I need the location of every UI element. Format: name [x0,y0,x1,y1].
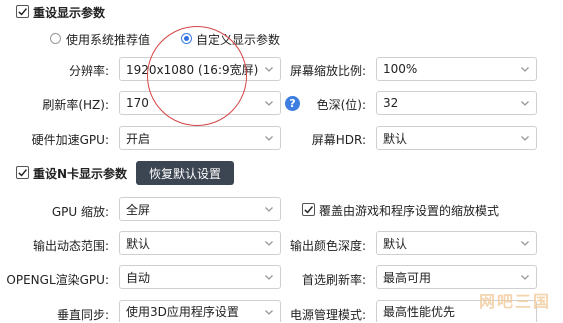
preferred-refresh-select[interactable]: 最高可用 [376,265,537,289]
watermark-text: 网吧三国 [479,292,552,311]
radio-system-label: 使用系统推荐值 [66,33,151,47]
chevron-down-icon [265,136,273,141]
color-depth-value: 32 [383,96,399,110]
chevron-down-icon [265,310,273,315]
resolution-label: 分辨率: [68,64,109,78]
annotation-circle [147,26,247,126]
hw-accel-value: 开启 [126,131,151,146]
power-mode-value: 最高性能优先 [383,305,456,319]
scale-label: 屏幕缩放比例: [289,64,366,78]
color-format-label: 输出颜色深度: [289,239,366,253]
hw-accel-label: 硬件加速GPU: [31,133,109,147]
dynamic-range-value: 默认 [126,236,151,251]
chevron-down-icon [265,101,273,106]
chevron-down-icon [521,136,529,141]
opengl-label: OPENGL渲染GPU: [6,273,109,287]
preferred-refresh-label: 首选刷新率: [301,273,366,287]
chevron-down-icon [521,67,529,72]
chevron-down-icon [265,207,273,212]
opengl-value: 自动 [126,270,151,285]
checkmark-icon [304,206,314,214]
color-depth-label: 色深(位): [316,98,366,112]
checkmark-icon [18,8,28,16]
vsync-label: 垂直同步: [56,308,109,322]
opengl-select[interactable]: 自动 [119,265,281,289]
hdr-label: 屏幕HDR: [311,133,366,147]
hw-accel-select[interactable]: 开启 [119,126,281,150]
help-icon[interactable]: ? [285,96,300,111]
vsync-value: 使用3D应用程序设置 [126,305,239,319]
reset-display-checkbox[interactable] [16,5,29,18]
chevron-down-icon [521,101,529,106]
override-scaling-checkbox[interactable] [302,203,315,216]
scale-value: 100% [383,62,418,76]
reset-nvidia-checkbox[interactable] [16,166,29,179]
reset-display-label: 重设显示参数 [33,6,106,20]
color-format-select[interactable]: 默认 [376,231,537,255]
scale-select[interactable]: 100% [376,57,537,81]
restore-defaults-button[interactable]: 恢复默认设置 [136,161,234,185]
gpu-scale-value: 全屏 [126,202,151,217]
chevron-down-icon [265,241,273,246]
reset-nvidia-label: 重设N卡显示参数 [33,167,128,181]
vsync-select[interactable]: 使用3D应用程序设置 [119,300,281,322]
chevron-down-icon [265,275,273,280]
checkmark-icon [18,169,28,177]
chevron-down-icon [265,67,273,72]
override-scaling-label: 覆盖由游戏和程序设置的缩放模式 [319,204,500,218]
hdr-select[interactable]: 默认 [376,126,537,150]
gpu-scale-select[interactable]: 全屏 [119,197,281,221]
gpu-scale-label: GPU 缩放: [51,205,109,219]
power-mode-label: 电源管理模式: [289,308,366,322]
dynamic-range-select[interactable]: 默认 [119,231,281,255]
color-format-value: 默认 [383,236,408,251]
preferred-refresh-value: 最高可用 [383,270,432,285]
radio-system-recommended[interactable] [50,33,61,44]
chevron-down-icon [521,241,529,246]
dynamic-range-label: 输出动态范围: [32,239,109,253]
refresh-label: 刷新率(HZ): [42,98,109,112]
hdr-value: 默认 [383,131,408,146]
chevron-down-icon [521,275,529,280]
refresh-value: 170 [126,96,149,110]
color-depth-select[interactable]: 32 [376,91,537,115]
